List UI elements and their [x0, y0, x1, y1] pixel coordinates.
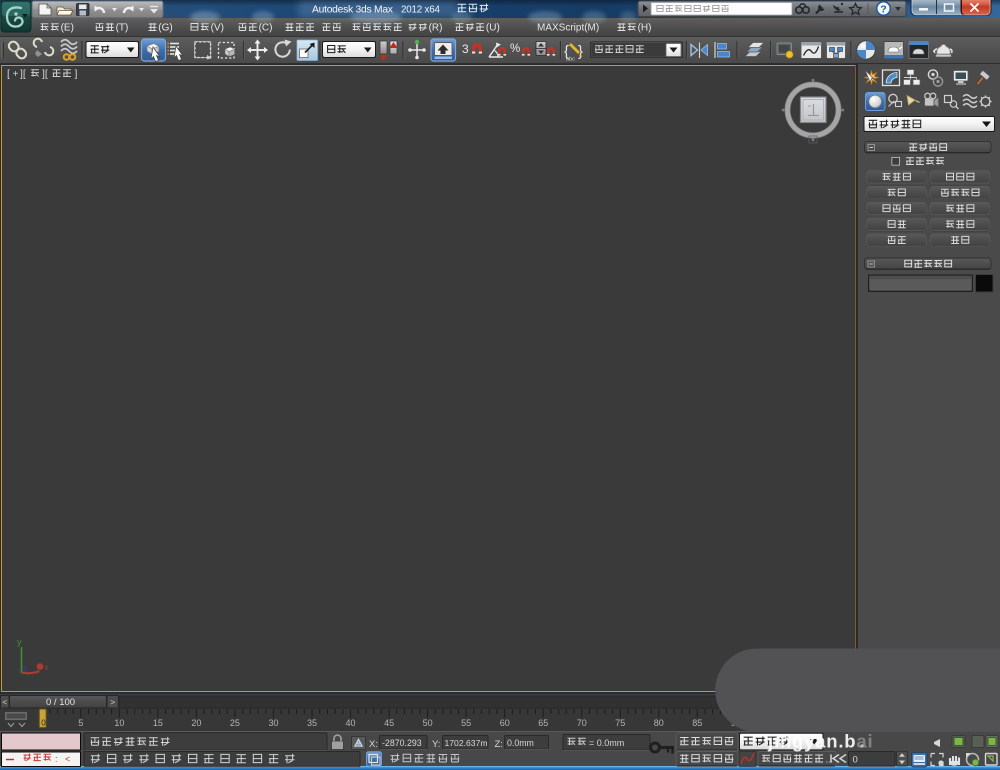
svg-text:30: 30: [268, 718, 278, 728]
svg-text:?: ?: [880, 4, 886, 16]
svg-text:[: [: [7, 68, 10, 80]
svg-text:X:: X:: [369, 739, 378, 750]
svg-text::: :: [55, 754, 58, 764]
svg-text:]: ]: [75, 68, 78, 80]
svg-text:1702.637m: 1702.637m: [445, 738, 488, 748]
svg-text:<: <: [2, 697, 7, 707]
svg-text:10: 10: [114, 718, 124, 728]
svg-text:(H): (H): [638, 23, 652, 34]
svg-text:40: 40: [345, 718, 355, 728]
svg-text:3: 3: [462, 42, 469, 56]
svg-text:85: 85: [692, 718, 702, 728]
svg-text:(U): (U): [486, 23, 500, 34]
svg-text:20: 20: [191, 718, 201, 728]
svg-text:+: +: [13, 69, 19, 80]
svg-text:][: ][: [20, 68, 26, 80]
svg-text:70: 70: [577, 718, 587, 728]
svg-text:Autodesk 3ds Max: Autodesk 3ds Max: [312, 5, 394, 16]
svg-text:45: 45: [384, 718, 394, 728]
svg-text:z: z: [24, 664, 28, 673]
svg-text:65: 65: [538, 718, 548, 728]
svg-text:0.0mm: 0.0mm: [507, 738, 534, 748]
svg-text:...: ...: [826, 755, 834, 765]
svg-text:= 0.0mm: = 0.0mm: [589, 738, 624, 748]
svg-text:%: %: [510, 43, 520, 55]
svg-text:55: 55: [461, 718, 471, 728]
svg-text:(T): (T): [116, 23, 129, 34]
svg-text:35: 35: [307, 718, 317, 728]
svg-text:60: 60: [500, 718, 510, 728]
svg-text:50: 50: [423, 718, 433, 728]
svg-text:15: 15: [153, 718, 163, 728]
svg-text:75: 75: [615, 718, 625, 728]
svg-text:y: y: [17, 637, 22, 647]
svg-text:(C): (C): [259, 23, 273, 34]
svg-text:>: >: [110, 697, 115, 707]
svg-text:Y:: Y:: [432, 739, 440, 750]
svg-text:(G): (G): [158, 23, 172, 34]
svg-text:MAXScript(M): MAXScript(M): [537, 23, 599, 34]
svg-text:(R): (R): [429, 23, 443, 34]
svg-text:Z:: Z:: [495, 739, 503, 750]
svg-text:0: 0: [41, 719, 46, 728]
svg-text:jingyan.bai: jingyan.bai: [767, 731, 873, 752]
svg-text:][: ][: [42, 68, 48, 80]
svg-text:80: 80: [654, 718, 664, 728]
svg-text:25: 25: [230, 718, 240, 728]
svg-text:x: x: [45, 663, 49, 672]
svg-text:abc: abc: [566, 57, 575, 63]
svg-text:2012 x64: 2012 x64: [401, 5, 440, 16]
svg-text:(E): (E): [61, 23, 74, 34]
svg-text:5: 5: [78, 718, 83, 728]
svg-text:<: <: [65, 754, 70, 764]
svg-text:0 / 100: 0 / 100: [46, 697, 75, 708]
svg-text:-2870.293: -2870.293: [382, 738, 422, 748]
svg-text:(V): (V): [211, 23, 224, 34]
svg-text:0: 0: [853, 754, 858, 765]
